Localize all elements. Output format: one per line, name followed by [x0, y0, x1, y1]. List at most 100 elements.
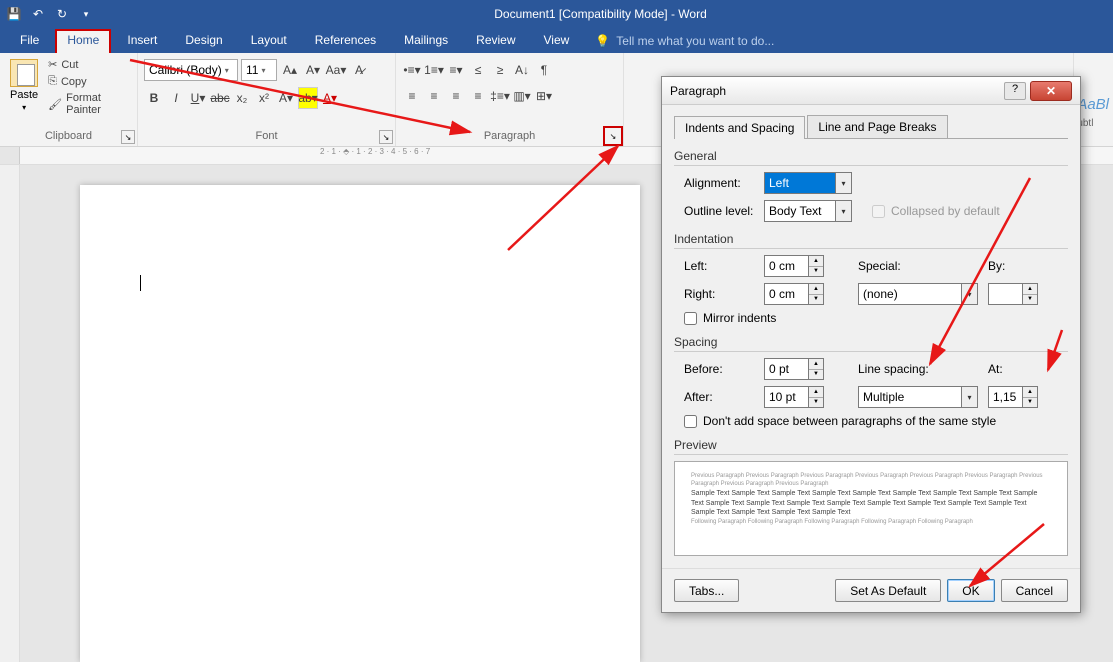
outline-select[interactable]: Body Text▾ — [764, 200, 852, 222]
indent-left-spin[interactable]: 0 cm▲▼ — [764, 255, 824, 277]
dialog-help-button[interactable]: ? — [1004, 82, 1026, 100]
tabs-button[interactable]: Tabs... — [674, 579, 739, 602]
dialog-close-button[interactable]: ✕ — [1030, 81, 1072, 101]
preview-prev: Previous Paragraph Previous Paragraph Pr… — [691, 472, 1051, 489]
group-font: Calibri (Body)▾ 11▾ A▴ A▾ Aa▾ A̷ B I U▾ … — [138, 53, 396, 146]
tell-me[interactable]: 💡 Tell me what you want to do... — [595, 34, 774, 48]
increase-indent-button[interactable]: ≥ — [490, 59, 510, 81]
text-effects-button[interactable]: A▾ — [276, 87, 296, 109]
before-spin[interactable]: 0 pt▲▼ — [764, 358, 824, 380]
clear-formatting-button[interactable]: A̷ — [349, 59, 369, 81]
section-preview: Preview — [674, 438, 1068, 455]
set-default-button[interactable]: Set As Default — [835, 579, 941, 602]
mirror-indents-checkbox[interactable]: Mirror indents — [674, 311, 1068, 325]
font-size-value: 11 — [246, 63, 258, 77]
superscript-button[interactable]: x² — [254, 87, 274, 109]
tab-references[interactable]: References — [303, 29, 388, 53]
font-launcher[interactable]: ↘ — [379, 130, 393, 144]
font-color-button[interactable]: A▾ — [320, 87, 340, 109]
align-center-button[interactable]: ≡ — [424, 85, 444, 107]
font-name-combo[interactable]: Calibri (Body)▾ — [144, 59, 238, 81]
grow-font-button[interactable]: A▴ — [280, 59, 300, 81]
cancel-button[interactable]: Cancel — [1001, 579, 1068, 602]
paragraph-launcher[interactable]: ↘ — [603, 126, 623, 146]
section-spacing: Spacing — [674, 335, 1068, 352]
tab-layout[interactable]: Layout — [239, 29, 299, 53]
redo-icon[interactable]: ↻ — [54, 6, 70, 22]
line-spacing-select[interactable]: Multiple▾ — [858, 386, 978, 408]
tab-review[interactable]: Review — [464, 29, 527, 53]
decrease-indent-button[interactable]: ≤ — [468, 59, 488, 81]
tab-home[interactable]: Home — [55, 29, 111, 53]
subscript-button[interactable]: x₂ — [232, 87, 252, 109]
font-name-value: Calibri (Body) — [149, 63, 222, 77]
format-painter-button[interactable]: 🖌Format Painter — [46, 91, 131, 117]
underline-button[interactable]: U▾ — [188, 87, 208, 109]
by-spin[interactable]: ▲▼ — [988, 283, 1038, 305]
save-icon[interactable]: 💾 — [6, 6, 22, 22]
show-marks-button[interactable]: ¶ — [534, 59, 554, 81]
special-value: (none) — [863, 287, 898, 301]
indent-left-label: Left: — [674, 259, 764, 273]
clipboard-launcher[interactable]: ↘ — [121, 130, 135, 144]
outline-label: Outline level: — [674, 204, 764, 218]
bold-button[interactable]: B — [144, 87, 164, 109]
after-spin[interactable]: 10 pt▲▼ — [764, 386, 824, 408]
indent-right-spin[interactable]: 0 cm▲▼ — [764, 283, 824, 305]
outline-value: Body Text — [769, 204, 821, 218]
section-general: General — [674, 149, 1068, 166]
dont-add-label: Don't add space between paragraphs of th… — [703, 414, 996, 428]
at-spin[interactable]: 1,15▲▼ — [988, 386, 1038, 408]
qat-customize-icon[interactable]: ▾ — [78, 6, 94, 22]
style-subtle-peek: AaBlubtl — [1077, 96, 1109, 130]
borders-button[interactable]: ⊞▾ — [534, 85, 554, 107]
tab-mailings[interactable]: Mailings — [392, 29, 460, 53]
dont-add-check-input[interactable] — [684, 415, 697, 428]
mirror-label: Mirror indents — [703, 311, 776, 325]
collapsed-check-input — [872, 205, 885, 218]
undo-icon[interactable]: ↶ — [30, 6, 46, 22]
paste-icon — [10, 59, 38, 87]
cut-label: Cut — [61, 59, 78, 71]
ruler-vertical[interactable] — [0, 165, 20, 662]
numbering-button[interactable]: 1≡▾ — [424, 59, 444, 81]
dialog-titlebar[interactable]: Paragraph ? ✕ — [662, 77, 1080, 105]
special-select[interactable]: (none)▾ — [858, 283, 978, 305]
font-size-combo[interactable]: 11▾ — [241, 59, 277, 81]
tab-file[interactable]: File — [8, 29, 51, 53]
multilevel-button[interactable]: ≡▾ — [446, 59, 466, 81]
brush-icon: 🖌 — [48, 98, 62, 111]
mirror-check-input[interactable] — [684, 312, 697, 325]
alignment-select[interactable]: Left▾ — [764, 172, 852, 194]
sort-button[interactable]: A↓ — [512, 59, 532, 81]
strikethrough-button[interactable]: abc — [210, 87, 230, 109]
tab-line-breaks[interactable]: Line and Page Breaks — [807, 115, 947, 138]
tab-insert[interactable]: Insert — [115, 29, 169, 53]
highlight-button[interactable]: ab▾ — [298, 87, 318, 109]
dont-add-space-checkbox[interactable]: Don't add space between paragraphs of th… — [674, 414, 1068, 428]
copy-button[interactable]: ⎘Copy — [46, 74, 131, 89]
tab-design[interactable]: Design — [173, 29, 234, 53]
paragraph-dialog: Paragraph ? ✕ Indents and Spacing Line a… — [661, 76, 1081, 613]
align-left-button[interactable]: ≡ — [402, 85, 422, 107]
justify-button[interactable]: ≡ — [468, 85, 488, 107]
copy-label: Copy — [61, 76, 87, 88]
page[interactable] — [80, 185, 640, 662]
chevron-down-icon: ▾ — [261, 66, 265, 75]
preview-box: Previous Paragraph Previous Paragraph Pr… — [674, 461, 1068, 556]
ok-button[interactable]: OK — [947, 579, 994, 602]
paste-button[interactable]: Paste ▾ — [6, 57, 42, 128]
paragraph-group-label: Paragraph — [402, 128, 617, 144]
alignment-value: Left — [769, 176, 789, 190]
italic-button[interactable]: I — [166, 87, 186, 109]
bullets-button[interactable]: •≡▾ — [402, 59, 422, 81]
change-case-button[interactable]: Aa▾ — [326, 59, 346, 81]
shrink-font-button[interactable]: A▾ — [303, 59, 323, 81]
shading-button[interactable]: ▥▾ — [512, 85, 532, 107]
cut-button[interactable]: ✂Cut — [46, 57, 131, 72]
tab-view[interactable]: View — [532, 29, 582, 53]
tab-indents-spacing[interactable]: Indents and Spacing — [674, 116, 805, 139]
lightbulb-icon: 💡 — [595, 34, 610, 48]
line-spacing-button[interactable]: ‡≡▾ — [490, 85, 510, 107]
align-right-button[interactable]: ≡ — [446, 85, 466, 107]
